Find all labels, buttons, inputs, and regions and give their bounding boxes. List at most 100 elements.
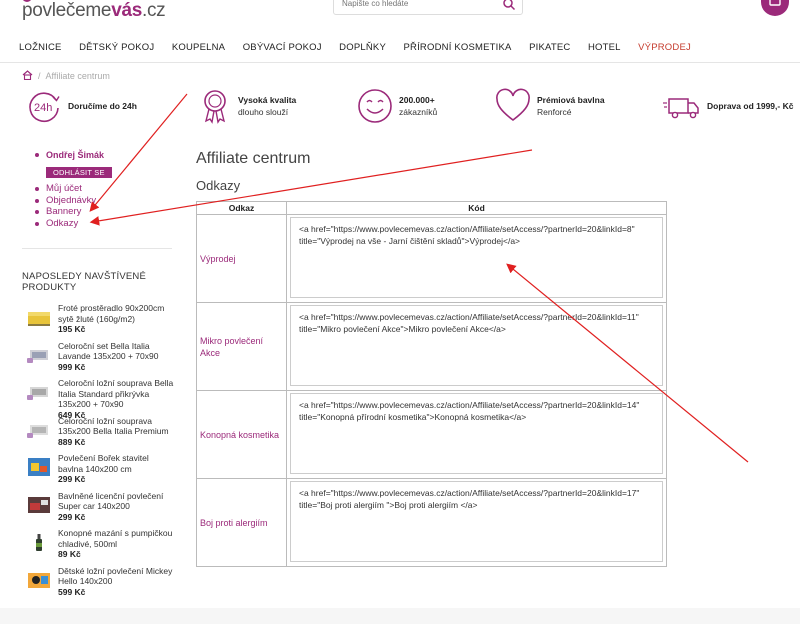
nav-obyvaci-pokoj[interactable]: OBÝVACÍ POKOJ <box>243 42 322 53</box>
recent-product[interactable]: Dětské ložní povlečení Mickey Hello 140x… <box>25 566 175 604</box>
recent-product[interactable]: Povlečení Bořek stavitel bavlna 140x200 … <box>25 453 175 491</box>
table-row: Mikro povlečení Akce <a href="https://ww… <box>196 302 667 391</box>
nav-koupelna[interactable]: KOUPELNA <box>172 42 225 53</box>
recent-product-price: 299 Kč <box>58 474 86 484</box>
table-header-row: Odkaz Kód <box>196 201 667 215</box>
nav-hotel[interactable]: HOTEL <box>588 42 621 53</box>
24h-icon: 24h <box>29 92 60 123</box>
benefit-shipping: Doprava od 1999,- Kč <box>663 88 793 124</box>
product-thumbnail <box>28 312 50 326</box>
logo-accent: vás <box>111 0 142 21</box>
logout-button[interactable]: ODHLÁSIT SE <box>46 167 112 178</box>
product-thumbnail <box>27 387 48 400</box>
heart-icon <box>496 88 530 122</box>
logo-tld: .cz <box>142 0 166 21</box>
quality-medal-icon <box>204 90 226 124</box>
recent-product-price: 89 Kč <box>58 549 81 559</box>
benefit-cotton: Prémiová bavlna Renforcé <box>495 88 605 124</box>
link-code-textarea[interactable]: <a href="https://www.povlecemevas.cz/act… <box>290 481 663 562</box>
table-row: Boj proti alergiím <a href="https://www.… <box>196 478 667 567</box>
nav-doplnky[interactable]: DOPLŇKY <box>339 42 386 53</box>
cart-button[interactable] <box>761 0 789 16</box>
search-input[interactable] <box>342 0 492 8</box>
recent-product[interactable]: Celoroční set Bella Italia Lavande 135x2… <box>25 341 175 379</box>
table-row: Konopná kosmetika <a href="https://www.p… <box>196 390 667 479</box>
nav-divider <box>0 62 800 63</box>
table-row: Výprodej <a href="https://www.povlecemev… <box>196 214 667 303</box>
link-name: Výprodej <box>196 214 287 303</box>
recent-product-price: 999 Kč <box>58 361 86 372</box>
recent-product[interactable]: Froté prostěradlo 90x200cm sytě žluté (1… <box>25 303 175 341</box>
user-name[interactable]: Ondřej Šimák <box>46 150 104 160</box>
menu-item-muj-ucet[interactable]: Můj účet <box>34 183 96 195</box>
svg-text:24h: 24h <box>34 102 52 114</box>
product-thumbnail <box>28 572 50 588</box>
logo[interactable]: povlečemevás.cz <box>22 0 166 22</box>
recent-product-price: 195 Kč <box>58 324 86 334</box>
product-thumbnail <box>27 349 48 363</box>
footer-strip <box>0 608 800 624</box>
user-bullet <box>35 153 39 157</box>
recent-product[interactable]: Konopné mazání s pumpičkou chladivé, 500… <box>25 528 175 566</box>
recent-product-name: Dětské ložní povlečení Mickey Hello 140x… <box>58 565 173 587</box>
benefit-delivery: 24h Doručíme do 24h <box>26 88 137 124</box>
benefit-cotton-sub: Renforcé <box>537 107 572 117</box>
benefit-cotton-title: Prémiová bavlna <box>537 95 605 105</box>
menu-link-objednavky[interactable]: Objednávky <box>46 195 96 206</box>
nav-loznice[interactable]: LOŽNICE <box>19 42 62 53</box>
link-name: Konopná kosmetika <box>196 390 287 479</box>
link-code-cell: <a href="https://www.povlecemevas.cz/act… <box>286 214 667 303</box>
menu-link-odkazy[interactable]: Odkazy <box>46 218 78 229</box>
benefits-bar: 24h Doručíme do 24h Vysoká kvalita dlouh… <box>0 88 800 132</box>
link-code-textarea[interactable]: <a href="https://www.povlecemevas.cz/act… <box>290 217 663 298</box>
nav-pikatec[interactable]: PIKATEC <box>529 42 570 53</box>
recent-product-name: Celoroční ložní souprava Bella Italia St… <box>58 378 174 409</box>
main-nav: LOŽNICE DĚTSKÝ POKOJ KOUPELNA OBÝVACÍ PO… <box>19 42 691 53</box>
recent-product-price: 889 Kč <box>58 436 86 447</box>
recent-product[interactable]: Bavlněné licenční povlečení Super car 14… <box>25 491 175 529</box>
recent-product-name: Froté prostěradlo 90x200cm sytě žluté (1… <box>58 303 165 324</box>
home-icon[interactable] <box>22 70 33 82</box>
menu-link-muj-ucet[interactable]: Můj účet <box>46 183 82 194</box>
recent-product-name: Celoroční set Bella Italia Lavande 135x2… <box>58 340 159 362</box>
benefit-quality-sub: dlouho slouží <box>238 107 289 117</box>
link-code-cell: <a href="https://www.povlecemevas.cz/act… <box>286 302 667 391</box>
truck-icon <box>663 98 699 119</box>
logo-main: povlečeme <box>22 0 112 21</box>
recent-product-name: Povlečení Bořek stavitel bavlna 140x200 … <box>58 453 149 474</box>
product-thumbnail <box>28 496 50 513</box>
product-thumbnail <box>27 424 48 438</box>
link-code-cell: <a href="https://www.povlecemevas.cz/act… <box>286 390 667 479</box>
link-code-textarea[interactable]: <a href="https://www.povlecemevas.cz/act… <box>290 305 663 386</box>
menu-item-objednavky[interactable]: Objednávky <box>34 195 96 207</box>
menu-link-bannery[interactable]: Bannery <box>46 206 81 217</box>
nav-prirodni-kosmetika[interactable]: PŘÍRODNÍ KOSMETIKA <box>403 42 511 53</box>
bag-icon <box>769 0 781 6</box>
nav-detsky-pokoj[interactable]: DĚTSKÝ POKOJ <box>79 42 154 53</box>
benefit-delivery-title: Doručíme do 24h <box>68 101 137 111</box>
benefit-shipping-title: Doprava od 1999,- Kč <box>707 101 794 111</box>
breadcrumb: / Affiliate centrum <box>22 70 110 82</box>
menu-item-bannery[interactable]: Bannery <box>34 206 96 218</box>
search-icon[interactable] <box>502 0 516 11</box>
recent-product[interactable]: Celoroční ložní souprava Bella Italia St… <box>25 378 175 420</box>
page-title: Affiliate centrum <box>196 150 311 167</box>
recent-product-price: 599 Kč <box>58 586 86 597</box>
recent-product[interactable]: Celoroční ložní souprava 135x200 Bella I… <box>25 416 175 454</box>
link-name: Boj proti alergiím <box>196 478 287 567</box>
column-header-odkaz: Odkaz <box>196 201 287 215</box>
sidebar-divider <box>22 248 172 249</box>
breadcrumb-current: Affiliate centrum <box>45 71 110 81</box>
benefit-customers-title: 200.000+ <box>399 95 435 105</box>
link-name: Mikro povlečení Akce <box>196 302 287 391</box>
recent-products-list: Froté prostěradlo 90x200cm sytě žluté (1… <box>25 303 175 603</box>
link-code-textarea[interactable]: <a href="https://www.povlecemevas.cz/act… <box>290 393 663 474</box>
breadcrumb-separator: / <box>38 71 41 81</box>
nav-vyprodej[interactable]: VÝPRODEJ <box>638 42 691 53</box>
recent-product-name: Konopné mazání s pumpičkou chladivé, 500… <box>58 528 173 549</box>
affiliate-links-table: Odkaz Kód Výprodej <a href="https://www.… <box>196 201 667 567</box>
recent-product-name: Celoroční ložní souprava 135x200 Bella I… <box>58 415 169 437</box>
account-menu: Můj účet Objednávky Bannery Odkazy <box>34 183 96 230</box>
benefit-customers: 200.000+ zákazníků <box>357 88 437 124</box>
menu-item-odkazy[interactable]: Odkazy <box>34 218 96 230</box>
